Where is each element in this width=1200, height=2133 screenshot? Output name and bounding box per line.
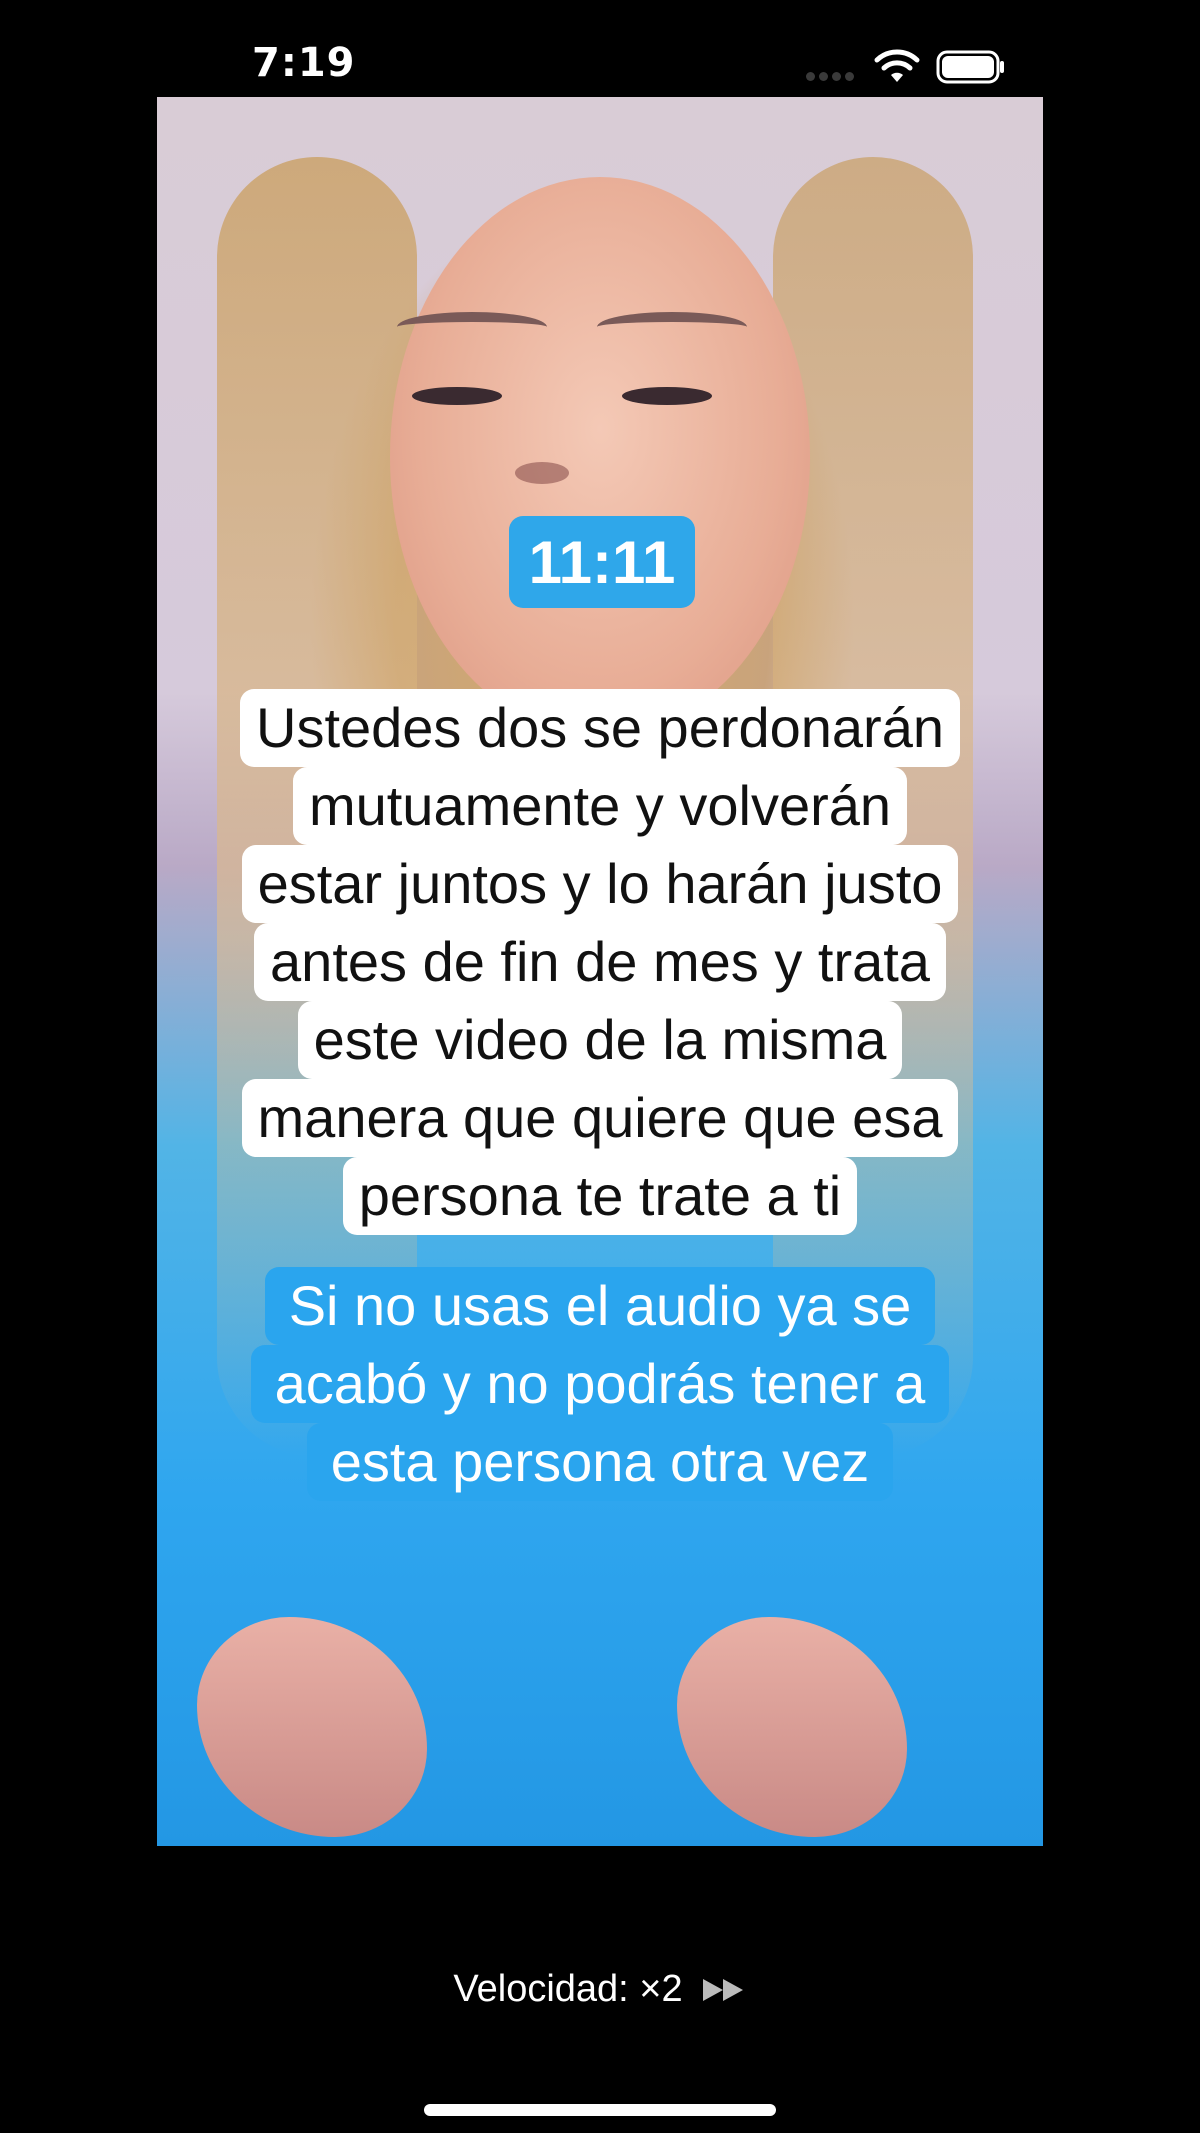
video-eye-right xyxy=(622,387,712,405)
speed-label: Velocidad: ×2 xyxy=(453,1968,683,2010)
caption-line: persona te trate a ti xyxy=(342,1157,858,1235)
video-nose xyxy=(515,462,569,484)
blue-caption: Si no usas el audio ya se acabó y no pod… xyxy=(177,1267,1023,1501)
cellular-signal-icon xyxy=(806,72,856,82)
home-indicator[interactable] xyxy=(424,2104,776,2116)
white-caption: Ustedes dos se perdonarán mutuamente y v… xyxy=(165,689,1035,1235)
caption-line: acabó y no podrás tener a xyxy=(250,1345,950,1423)
caption-line: manera que quiere que esa xyxy=(241,1079,959,1157)
battery-icon xyxy=(936,50,1004,84)
caption-line: este video de la misma xyxy=(297,1001,903,1079)
status-time: 7:19 xyxy=(252,40,356,86)
speed-control[interactable]: Velocidad: ×2 xyxy=(0,1968,1200,2011)
video-eye-left xyxy=(412,387,502,405)
caption-line: antes de fin de mes y trata xyxy=(254,923,946,1001)
caption-line: Ustedes dos se perdonarán xyxy=(240,689,960,767)
caption-line: estar juntos y lo harán justo xyxy=(241,845,959,923)
video-hand-right xyxy=(677,1617,907,1837)
caption-line: mutuamente y volverán xyxy=(292,767,908,845)
fast-forward-icon xyxy=(702,1978,743,2001)
video-player[interactable]: 11:11 Ustedes dos se perdonarán mutuamen… xyxy=(157,97,1043,1846)
status-bar: 7:19 xyxy=(0,0,1200,100)
video-brow-left xyxy=(397,312,547,342)
video-face xyxy=(390,177,810,737)
caption-line: Si no usas el audio ya se xyxy=(264,1267,936,1345)
video-hand-left xyxy=(197,1617,427,1837)
video-brow-right xyxy=(597,312,747,342)
caption-line: esta persona otra vez xyxy=(306,1423,894,1501)
wifi-icon xyxy=(874,49,920,82)
time-tag: 11:11 xyxy=(509,516,695,608)
